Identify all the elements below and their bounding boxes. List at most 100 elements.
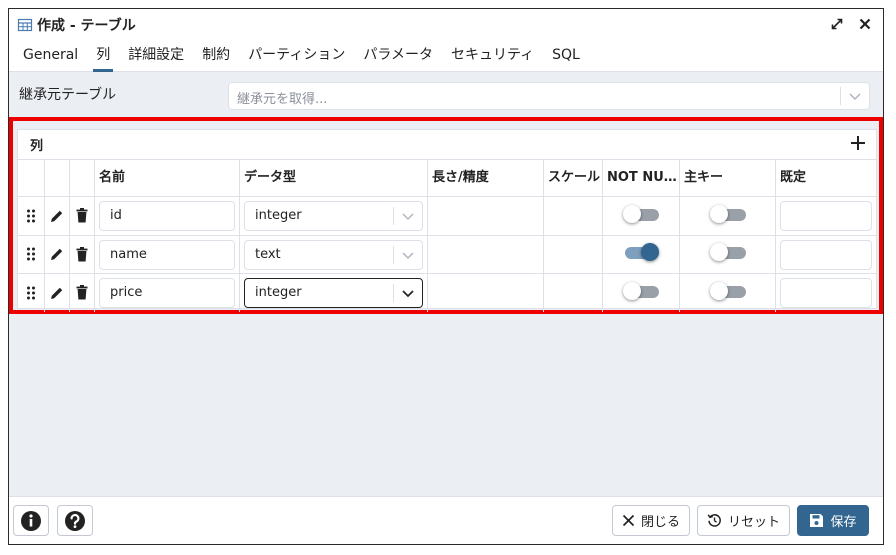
scale-cell[interactable] xyxy=(544,235,603,273)
header-type: データ型 xyxy=(240,160,428,196)
not-null-toggle[interactable] xyxy=(623,242,659,262)
table-row: price integer xyxy=(18,273,876,312)
save-button[interactable]: 保存 xyxy=(797,505,869,536)
header-name: 名前 xyxy=(95,160,240,196)
dialog-titlebar: 作成 - テーブル xyxy=(9,9,883,40)
chevron-down-icon xyxy=(402,290,414,298)
header-default: 既定 xyxy=(780,170,807,185)
save-disk-icon xyxy=(810,514,824,527)
not-null-toggle[interactable] xyxy=(623,204,659,224)
chevron-down-icon xyxy=(402,213,414,221)
select-separator xyxy=(393,245,394,264)
type-cell: text xyxy=(240,235,428,273)
length-cell[interactable] xyxy=(428,235,544,273)
primary-key-cell xyxy=(680,274,776,312)
help-button[interactable] xyxy=(57,505,93,536)
inherit-label: 継承元テーブル xyxy=(19,87,117,103)
columns-grid: 名前 データ型 長さ/精度 スケール NOT NULL 主キー 既定 id in… xyxy=(18,159,876,312)
select-separator xyxy=(840,87,841,105)
edit-pencil-icon[interactable] xyxy=(45,197,70,235)
trash-icon[interactable] xyxy=(70,274,95,312)
data-type-value: integer xyxy=(255,208,302,223)
data-type-value: integer xyxy=(255,285,302,300)
trash-icon[interactable] xyxy=(70,235,95,273)
save-button-label: 保存 xyxy=(830,515,857,530)
info-button[interactable] xyxy=(13,505,49,536)
add-column-button[interactable] xyxy=(848,133,868,153)
header-not-null: NOT NULL xyxy=(603,160,680,196)
grid-header: 名前 データ型 長さ/精度 スケール NOT NULL 主キー 既定 xyxy=(18,159,876,196)
scale-cell[interactable] xyxy=(544,274,603,312)
tab-advanced[interactable]: 詳細設定 xyxy=(119,40,193,72)
drag-handle-icon[interactable] xyxy=(18,274,45,312)
type-cell: integer xyxy=(240,274,428,312)
drag-handle-icon[interactable] xyxy=(18,197,45,235)
help-icon xyxy=(65,510,85,531)
header-primary-key: 主キー xyxy=(680,160,776,196)
tab-partitions[interactable]: パーティション xyxy=(239,40,354,72)
column-name-input[interactable]: price xyxy=(99,278,235,308)
tab-security[interactable]: セキュリティ xyxy=(442,40,543,72)
name-cell: name xyxy=(95,235,240,273)
length-cell[interactable] xyxy=(428,197,544,235)
info-icon xyxy=(21,510,41,531)
scale-cell[interactable] xyxy=(544,197,603,235)
column-name-input[interactable]: id xyxy=(99,201,235,231)
plus-icon xyxy=(851,136,865,150)
not-null-toggle[interactable] xyxy=(623,281,659,301)
tab-parameters[interactable]: パラメータ xyxy=(354,40,442,72)
default-cell xyxy=(776,274,876,312)
drag-handle-icon[interactable] xyxy=(18,235,45,273)
primary-key-cell xyxy=(680,197,776,235)
header-drag xyxy=(18,160,45,196)
edit-pencil-icon[interactable] xyxy=(45,274,70,312)
default-value-input[interactable] xyxy=(780,201,872,231)
default-value-input[interactable] xyxy=(780,278,872,308)
tab-general[interactable]: General xyxy=(14,40,87,72)
maximize-icon[interactable] xyxy=(829,16,845,32)
inherit-row: 継承元テーブル 継承元を取得... xyxy=(9,72,883,116)
close-button-label: 閉じる xyxy=(640,515,680,530)
close-x-icon xyxy=(622,514,635,527)
header-edit xyxy=(45,160,70,196)
data-type-value: text xyxy=(255,246,281,262)
inherit-select[interactable]: 継承元を取得... xyxy=(228,82,870,110)
trash-icon[interactable] xyxy=(70,197,95,235)
columns-panel-title: 列 xyxy=(30,139,44,154)
edit-pencil-icon[interactable] xyxy=(45,235,70,273)
table-row: id integer xyxy=(18,196,876,235)
reset-button-label: リセット xyxy=(727,515,780,530)
close-button[interactable]: 閉じる xyxy=(612,505,690,536)
header-delete xyxy=(70,160,95,196)
tab-sql[interactable]: SQL xyxy=(543,40,589,72)
primary-key-toggle[interactable] xyxy=(709,281,746,301)
name-cell: price xyxy=(95,274,240,312)
default-value-input[interactable] xyxy=(780,239,872,270)
primary-key-cell xyxy=(680,235,776,273)
reset-icon xyxy=(707,514,721,527)
inherit-placeholder: 継承元を取得... xyxy=(237,92,328,107)
tab-constraints[interactable]: 制約 xyxy=(193,40,239,72)
name-cell: id xyxy=(95,197,240,235)
create-table-dialog: 作成 - テーブル General 列 詳細設定 制約 パーティション パラメー xyxy=(8,8,884,545)
length-cell[interactable] xyxy=(428,274,544,312)
column-name-input[interactable]: name xyxy=(99,239,235,270)
data-type-select[interactable]: text xyxy=(244,239,423,270)
close-icon[interactable] xyxy=(857,16,873,32)
dialog-footer: 閉じる リセット 保存 xyxy=(9,496,883,544)
not-null-cell xyxy=(603,197,680,235)
table-row: name text xyxy=(18,234,876,273)
not-null-cell xyxy=(603,274,680,312)
primary-key-toggle[interactable] xyxy=(709,242,746,262)
not-null-cell xyxy=(603,235,680,273)
default-cell xyxy=(776,197,876,235)
type-cell: integer xyxy=(240,197,428,235)
data-type-select[interactable]: integer xyxy=(244,201,423,231)
table-icon xyxy=(17,18,33,31)
data-type-select[interactable]: integer xyxy=(244,278,423,308)
select-separator xyxy=(393,284,394,302)
chevron-down-icon xyxy=(849,93,861,101)
primary-key-toggle[interactable] xyxy=(709,204,746,224)
reset-button[interactable]: リセット xyxy=(697,505,790,536)
tab-columns[interactable]: 列 xyxy=(87,40,119,72)
